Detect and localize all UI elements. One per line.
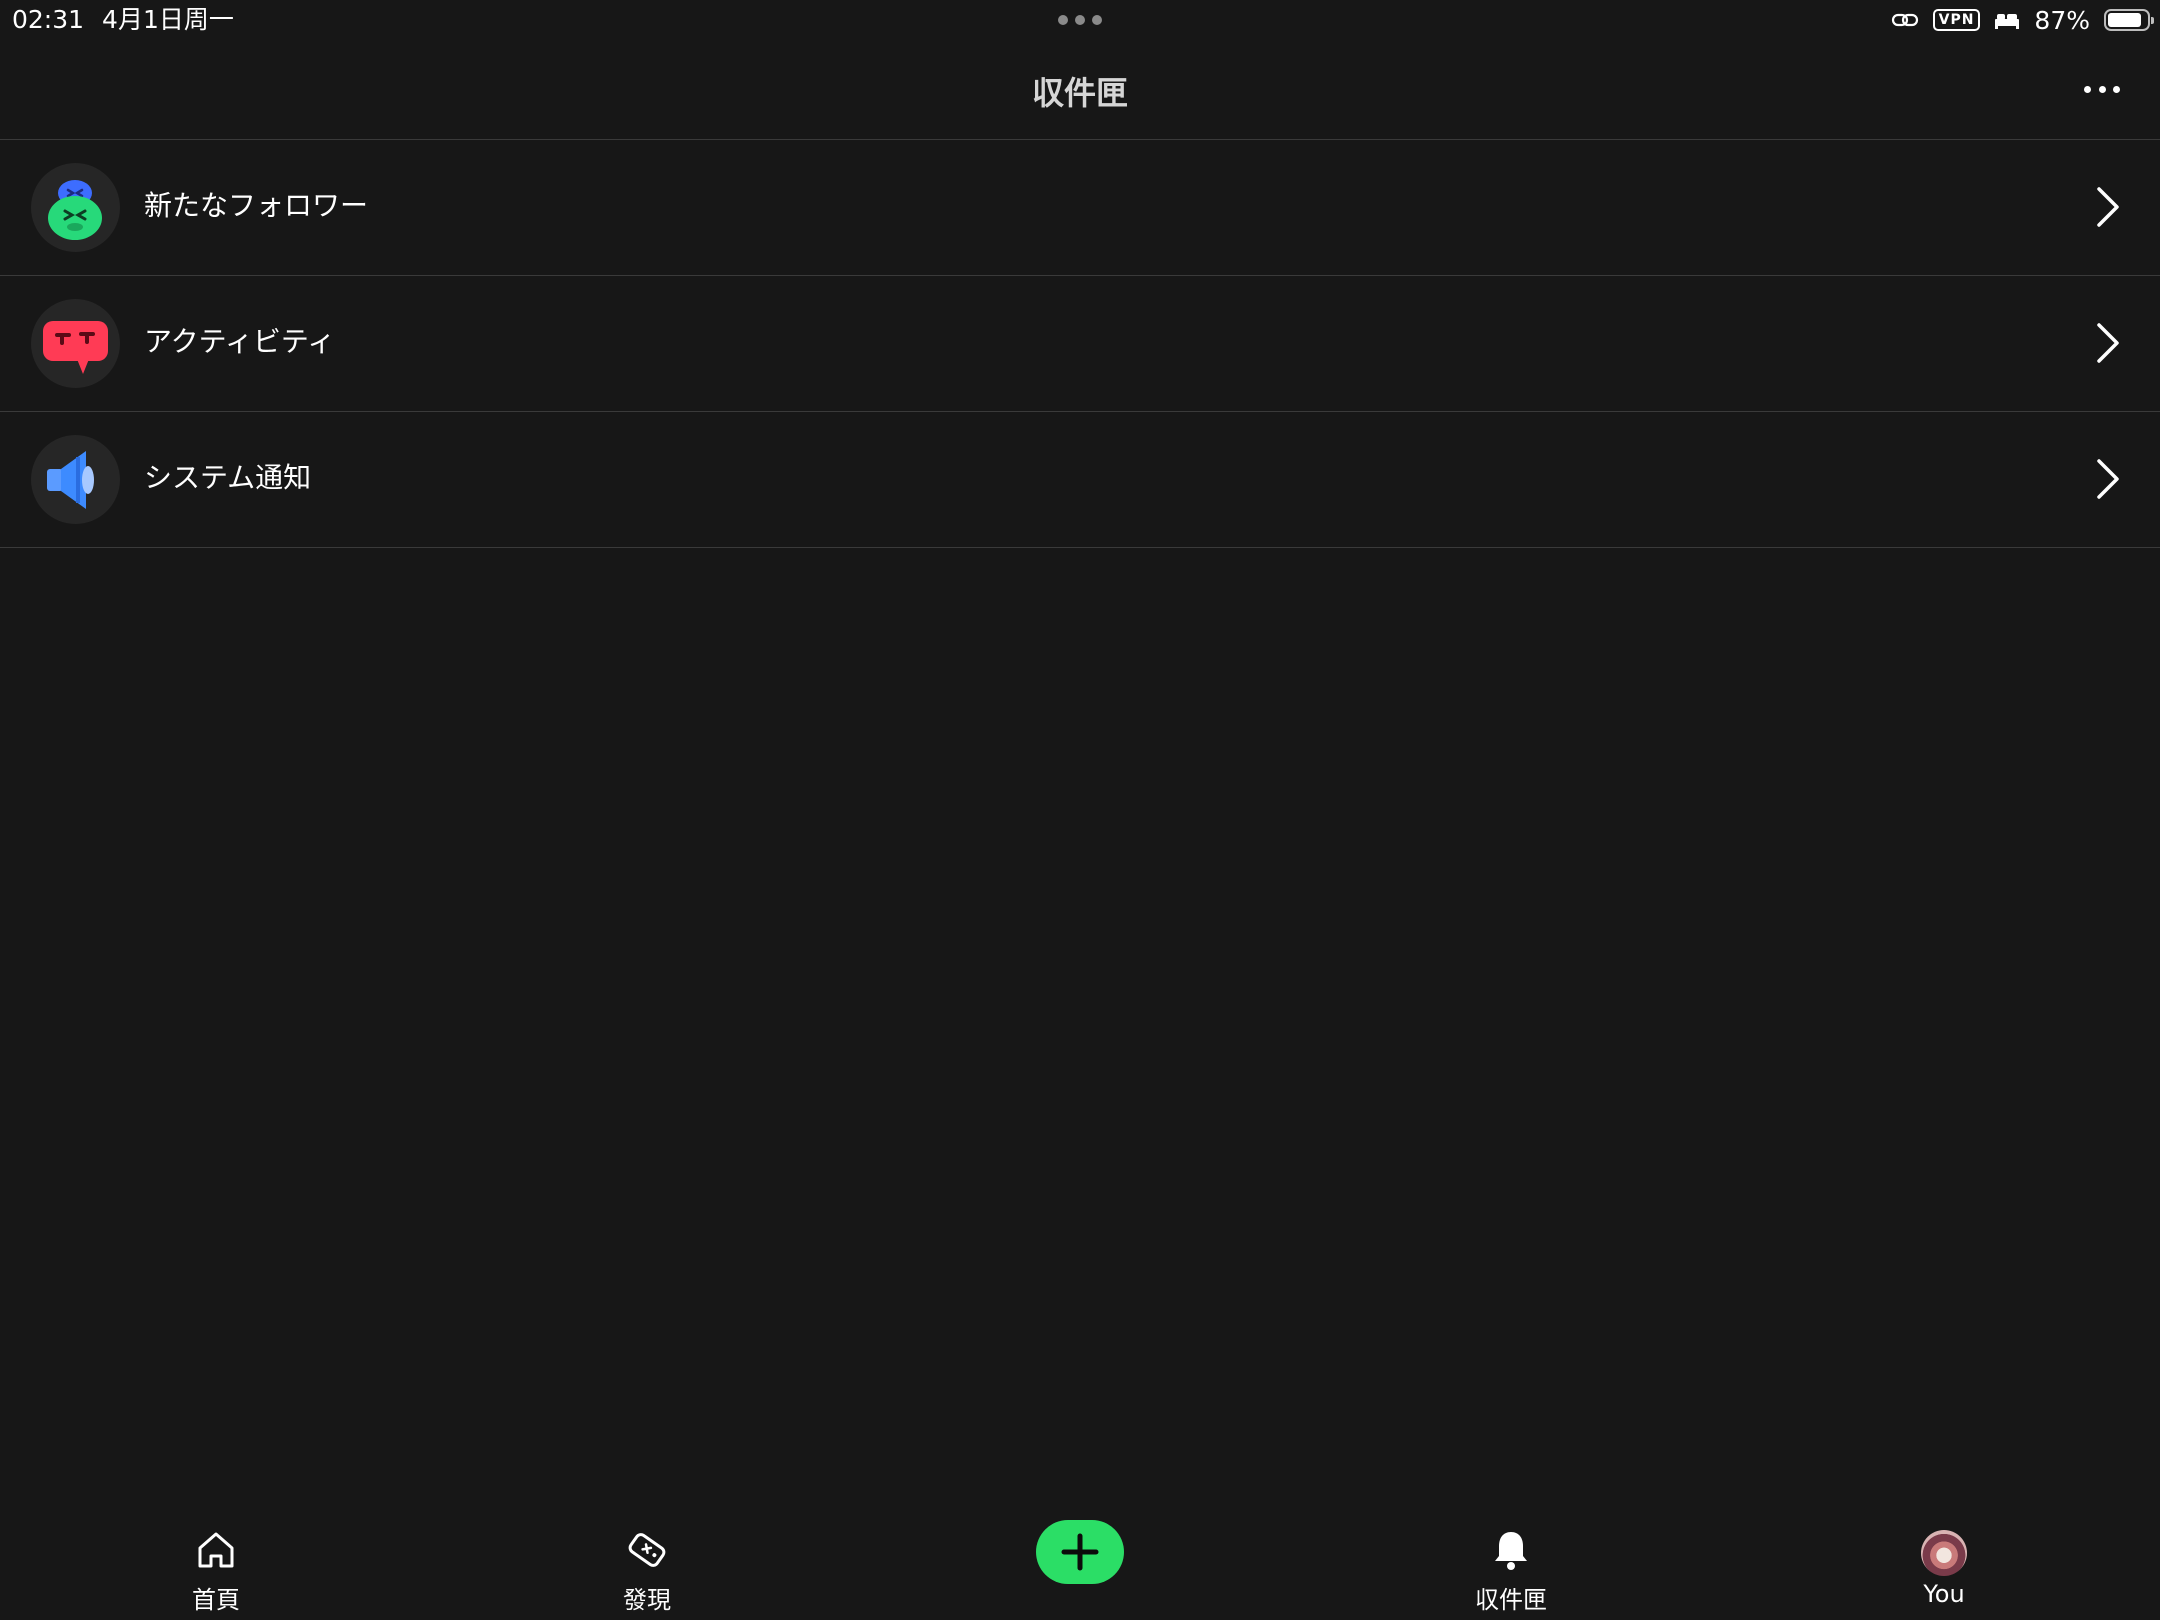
more-options-button[interactable] [2084,82,2120,96]
inbox-item-system-notices[interactable]: システム通知 [0,412,2160,548]
page-header: 収件匣 [0,40,2160,140]
bed-icon [1995,14,2020,29]
tab-discover-label: 發現 [623,1586,671,1614]
tab-profile[interactable]: You [1844,1500,2044,1620]
tab-inbox[interactable]: 収件匣 [1411,1500,1611,1620]
inbox-item-new-followers[interactable]: 新たなフォロワー [0,140,2160,276]
page-title: 収件匣 [1031,74,1128,112]
battery-icon [2104,9,2154,31]
home-icon [198,1532,234,1568]
more-dot [2098,85,2106,93]
multitasking-handle[interactable] [1058,15,1102,25]
status-time: 02:31 [12,5,85,34]
tab-home-label: 首頁 [192,1586,240,1614]
avatar [1921,1530,1967,1576]
status-time-date: 02:31 4月1日周一 [12,4,234,36]
inbox-list: 新たなフォロワー アクティビティ システム通知 [0,140,2160,548]
inbox-item-label: 新たなフォロワー [144,189,369,222]
plus-icon [1061,1533,1099,1571]
bell-icon [1495,1532,1527,1570]
discover-ticket-icon [628,1533,666,1567]
megaphone-icon [31,435,120,524]
tab-profile-label: You [1923,1580,1965,1608]
inbox-item-label: システム通知 [144,461,312,494]
bottom-tab-bar: 首頁 發現 収件匣 You [0,1500,2160,1620]
status-date: 4月1日周一 [102,5,234,34]
status-bar: 02:31 4月1日周一 VPN 87% [0,0,2160,40]
tab-discover[interactable]: 發現 [547,1500,747,1620]
chevron-right-icon [2097,459,2119,499]
more-dot [2113,85,2120,93]
link-icon [1891,13,1918,27]
more-dot [2084,85,2091,93]
inbox-item-label: アクティビティ [144,325,336,358]
chevron-right-icon [2097,323,2119,363]
battery-percent: 87% [2034,5,2090,35]
activity-chat-bubble-icon [31,299,120,388]
inbox-item-activity[interactable]: アクティビティ [0,276,2160,412]
tab-inbox-label: 収件匣 [1475,1586,1547,1614]
chevron-right-icon [2097,187,2119,227]
vpn-badge: VPN [1932,9,1981,31]
followers-mascot-icon [31,163,120,252]
create-button[interactable] [1036,1520,1124,1584]
status-indicators: VPN 87% [1891,4,2154,36]
tab-home[interactable]: 首頁 [116,1500,316,1620]
